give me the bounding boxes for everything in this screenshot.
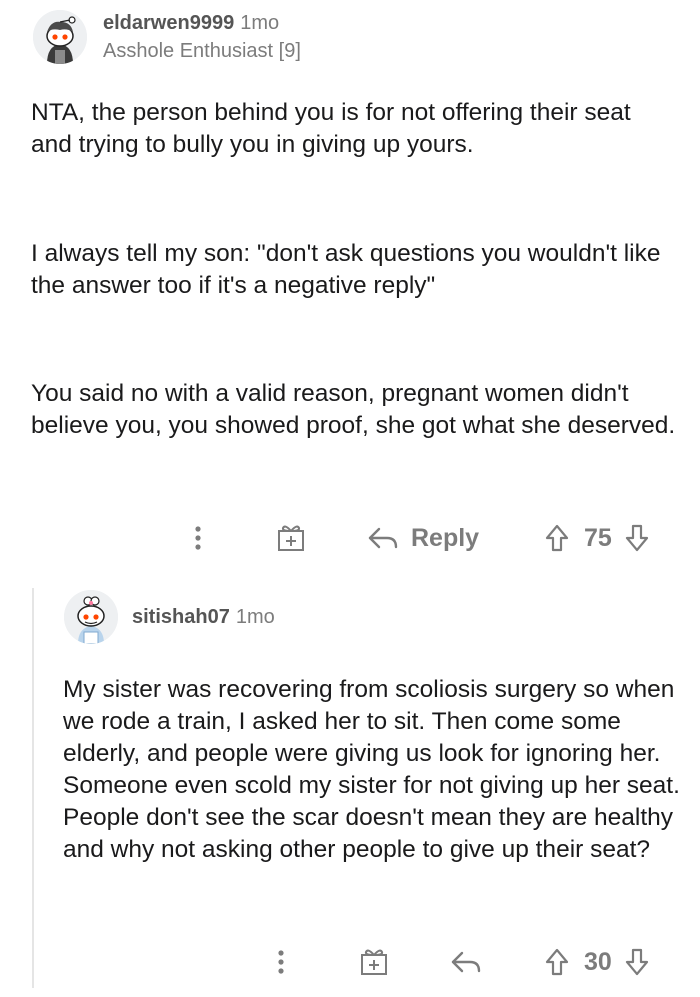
username[interactable]: sitishah07 bbox=[132, 606, 230, 628]
avatar[interactable] bbox=[64, 590, 118, 644]
reply-button[interactable] bbox=[450, 942, 482, 982]
vote-controls: 75 bbox=[544, 518, 650, 558]
vertical-ellipsis-icon bbox=[278, 950, 284, 974]
upvote-arrow-icon[interactable] bbox=[544, 523, 570, 553]
gift-plus-icon bbox=[361, 949, 387, 975]
user-flair: Asshole Enthusiast [9] bbox=[103, 40, 301, 62]
reply-label: Reply bbox=[411, 523, 480, 552]
comment-actions: Reply 75 bbox=[0, 518, 700, 558]
comment-paragraph-1: NTA, the person behind you is for not of… bbox=[31, 99, 631, 158]
comment-paragraph-1: My sister was recovering from scoliosis … bbox=[63, 676, 680, 863]
reply-button[interactable]: Reply bbox=[367, 518, 479, 558]
vote-controls: 30 bbox=[544, 942, 650, 982]
username[interactable]: eldarwen9999 bbox=[103, 12, 234, 34]
more-options-button[interactable] bbox=[271, 942, 291, 982]
vote-score: 30 bbox=[584, 947, 612, 976]
downvote-arrow-icon[interactable] bbox=[624, 947, 650, 977]
vertical-ellipsis-icon bbox=[195, 526, 201, 550]
comment-author[interactable]: eldarwen9999 1mo bbox=[103, 12, 279, 35]
snoo-avatar-icon bbox=[64, 590, 118, 644]
gift-plus-icon bbox=[278, 525, 304, 551]
reply-arrow-icon bbox=[368, 527, 398, 549]
snoo-avatar-icon bbox=[33, 10, 87, 64]
more-options-button[interactable] bbox=[188, 518, 208, 558]
comment-author[interactable]: sitishah07 1mo bbox=[132, 606, 275, 629]
avatar[interactable] bbox=[33, 10, 87, 64]
downvote-arrow-icon[interactable] bbox=[624, 523, 650, 553]
upvote-arrow-icon[interactable] bbox=[544, 947, 570, 977]
comment-paragraph-3: You said no with a valid reason, pregnan… bbox=[31, 380, 676, 439]
thread-line[interactable] bbox=[32, 588, 34, 988]
comment-actions: 30 bbox=[0, 942, 700, 982]
timestamp: 1mo bbox=[240, 12, 280, 34]
award-button[interactable] bbox=[276, 518, 306, 558]
vote-score: 75 bbox=[584, 523, 612, 552]
reply-arrow-icon bbox=[451, 951, 481, 973]
award-button[interactable] bbox=[359, 942, 389, 982]
timestamp: 1mo bbox=[235, 606, 275, 628]
comment-paragraph-2: I always tell my son: "don't ask questio… bbox=[31, 240, 661, 299]
